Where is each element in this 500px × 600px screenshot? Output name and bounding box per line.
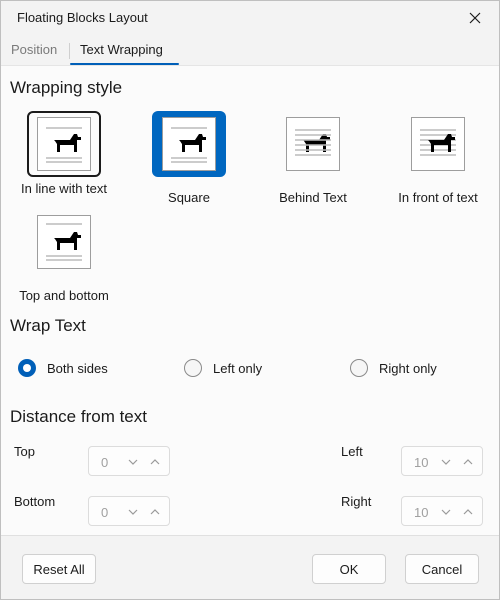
- wrap-thumbnail: [37, 215, 91, 269]
- dog-icon: [295, 129, 331, 156]
- wrap-option-behind[interactable]: Behind Text: [253, 111, 373, 211]
- wrap-thumbnail: [411, 117, 465, 171]
- radio-label: Both sides: [47, 360, 108, 376]
- spinner-value: 10: [414, 505, 428, 520]
- dog-icon: [46, 223, 82, 261]
- radio-label: Right only: [379, 360, 437, 376]
- wrapping-style-heading: Wrapping style: [10, 78, 123, 97]
- chevron-up-icon[interactable]: [147, 504, 163, 520]
- dialog-title: Floating Blocks Layout: [17, 10, 148, 25]
- wrap-option-in-front[interactable]: In front of text: [378, 111, 498, 211]
- spinner-value: 0: [101, 455, 109, 470]
- chevron-up-icon[interactable]: [460, 454, 476, 470]
- radio-left-only[interactable]: Left only: [184, 359, 262, 377]
- wrap-thumbnail: [37, 117, 91, 171]
- dialog-footer: Reset All OK Cancel: [1, 535, 499, 599]
- wrap-option-top-bottom[interactable]: Top and bottom: [4, 209, 124, 309]
- radio-circle: [184, 359, 202, 377]
- tab-position[interactable]: Position: [11, 42, 57, 57]
- wrap-option-square[interactable]: Square: [129, 111, 249, 211]
- chevron-down-icon[interactable]: [438, 454, 454, 470]
- chevron-down-icon[interactable]: [438, 504, 454, 520]
- dog-icon: [171, 127, 207, 163]
- wrap-text-heading: Wrap Text: [10, 316, 86, 335]
- dog-icon: [46, 127, 82, 163]
- content-panel: Wrapping style In line with text Square …: [1, 65, 499, 536]
- wrap-option-frame: [27, 111, 101, 177]
- radio-both-sides[interactable]: Both sides: [18, 359, 108, 377]
- radio-right-only[interactable]: Right only: [350, 359, 437, 377]
- wrap-option-label: Square: [168, 190, 210, 205]
- bottom-spinner[interactable]: 0: [88, 496, 170, 526]
- wrap-option-frame: [276, 111, 350, 177]
- distance-heading: Distance from text: [10, 407, 147, 426]
- chevron-down-icon[interactable]: [125, 454, 141, 470]
- spinner-value: 10: [414, 455, 428, 470]
- wrap-option-frame: [27, 209, 101, 275]
- top-spinner[interactable]: 0: [88, 446, 170, 476]
- top-label: Top: [14, 444, 35, 459]
- cancel-button[interactable]: Cancel: [405, 554, 479, 584]
- radio-circle: [350, 359, 368, 377]
- dog-icon: [420, 129, 456, 156]
- tab-bar: Position Text Wrapping: [1, 37, 499, 65]
- tab-divider: [69, 43, 70, 59]
- wrap-option-label: In front of text: [398, 190, 478, 205]
- chevron-up-icon[interactable]: [147, 454, 163, 470]
- wrap-option-inline[interactable]: In line with text: [4, 111, 124, 211]
- close-button[interactable]: [461, 5, 489, 31]
- close-icon: [469, 12, 481, 24]
- tab-text-wrapping[interactable]: Text Wrapping: [80, 42, 163, 57]
- wrap-option-label: Top and bottom: [19, 288, 109, 303]
- ok-button[interactable]: OK: [312, 554, 386, 584]
- chevron-down-icon[interactable]: [125, 504, 141, 520]
- wrap-option-label: Behind Text: [279, 190, 347, 205]
- dialog-window: Floating Blocks Layout Position Text Wra…: [0, 0, 500, 600]
- wrap-thumbnail: [162, 117, 216, 171]
- radio-circle: [18, 359, 36, 377]
- wrap-option-frame: [152, 111, 226, 177]
- reset-all-button[interactable]: Reset All: [22, 554, 96, 584]
- bottom-label: Bottom: [14, 494, 56, 509]
- right-spinner[interactable]: 10: [401, 496, 483, 526]
- radio-label: Left only: [213, 360, 263, 376]
- right-label: Right: [341, 494, 372, 509]
- left-spinner[interactable]: 10: [401, 446, 483, 476]
- wrap-thumbnail: [286, 117, 340, 171]
- wrap-option-frame: [401, 111, 475, 177]
- left-label: Left: [341, 444, 363, 459]
- spinner-value: 0: [101, 505, 109, 520]
- wrap-option-label: In line with text: [21, 181, 107, 196]
- chevron-up-icon[interactable]: [460, 504, 476, 520]
- title-bar: Floating Blocks Layout: [1, 1, 499, 37]
